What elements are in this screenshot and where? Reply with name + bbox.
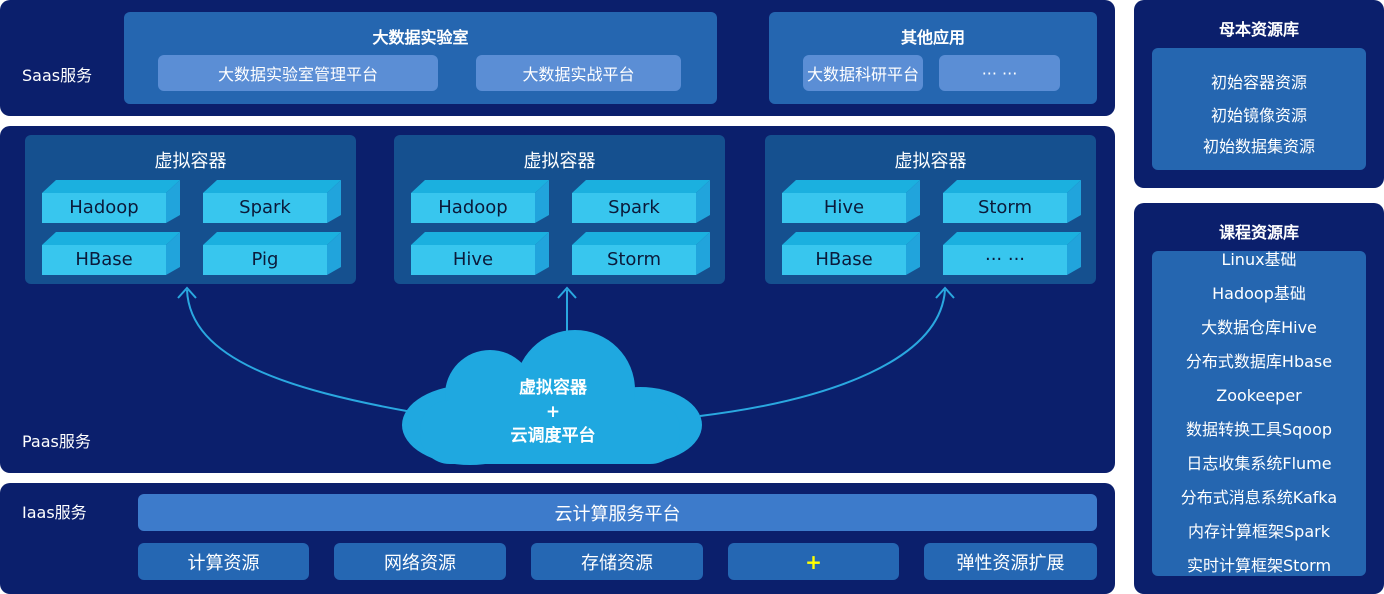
list-item[interactable]: 内存计算框架Spark <box>1152 515 1366 549</box>
storage-resource[interactable]: 存储资源 <box>531 543 703 580</box>
list-item[interactable]: 实时计算框架Storm <box>1152 549 1366 576</box>
iaas-layer: Iaas服务 云计算服务平台 计算资源 网络资源 存储资源 + 弹性资源扩展 <box>0 483 1115 594</box>
course-library-title: 课程资源库 <box>1218 223 1299 242</box>
list-item[interactable]: Zookeeper <box>1152 379 1366 413</box>
elastic-resource-expansion[interactable]: 弹性资源扩展 <box>924 543 1097 580</box>
add-resource-plus[interactable]: + <box>728 543 899 580</box>
list-item[interactable]: 初始容器资源 <box>1152 66 1366 99</box>
list-item[interactable]: 大数据仓库Hive <box>1152 311 1366 345</box>
list-item[interactable]: 初始镜像资源 <box>1152 99 1366 132</box>
arrow-right <box>699 289 946 417</box>
cloud-line1: 虚拟容器 <box>519 378 587 398</box>
list-item[interactable]: 日志收集系统Flume <box>1152 447 1366 481</box>
list-item[interactable]: 分布式数据库Hbase <box>1152 345 1366 379</box>
course-library-list: Linux基础 Hadoop基础 大数据仓库Hive 分布式数据库Hbase Zooke… <box>1152 251 1366 576</box>
course-resource-library: 课程资源库 Linux基础 Hadoop基础 大数据仓库Hive 分布式数据库Hbas… <box>1134 203 1384 594</box>
cloud-line3: 云调度平台 <box>510 426 596 446</box>
mother-library-title: 母本资源库 <box>1218 20 1299 39</box>
network-resource[interactable]: 网络资源 <box>334 543 506 580</box>
mother-resource-library: 母本资源库 初始容器资源 初始镜像资源 初始数据集资源 <box>1134 0 1384 188</box>
cloud-line2: + <box>545 402 561 422</box>
compute-resource[interactable]: 计算资源 <box>138 543 309 580</box>
list-item[interactable]: Linux基础 <box>1152 251 1366 277</box>
cloud-scheduler: 虚拟容器 + 云调度平台 <box>453 376 653 448</box>
iaas-label: Iaas服务 <box>22 503 87 522</box>
list-item[interactable]: 分布式消息系统Kafka <box>1152 481 1366 515</box>
list-item[interactable]: 数据转换工具Sqoop <box>1152 413 1366 447</box>
list-item[interactable]: Hadoop基础 <box>1152 277 1366 311</box>
cloud-platform-bar[interactable]: 云计算服务平台 <box>138 494 1097 531</box>
arrow-left <box>186 289 413 413</box>
mother-library-list: 初始容器资源 初始镜像资源 初始数据集资源 <box>1152 48 1366 170</box>
list-item[interactable]: 初始数据集资源 <box>1152 132 1366 162</box>
